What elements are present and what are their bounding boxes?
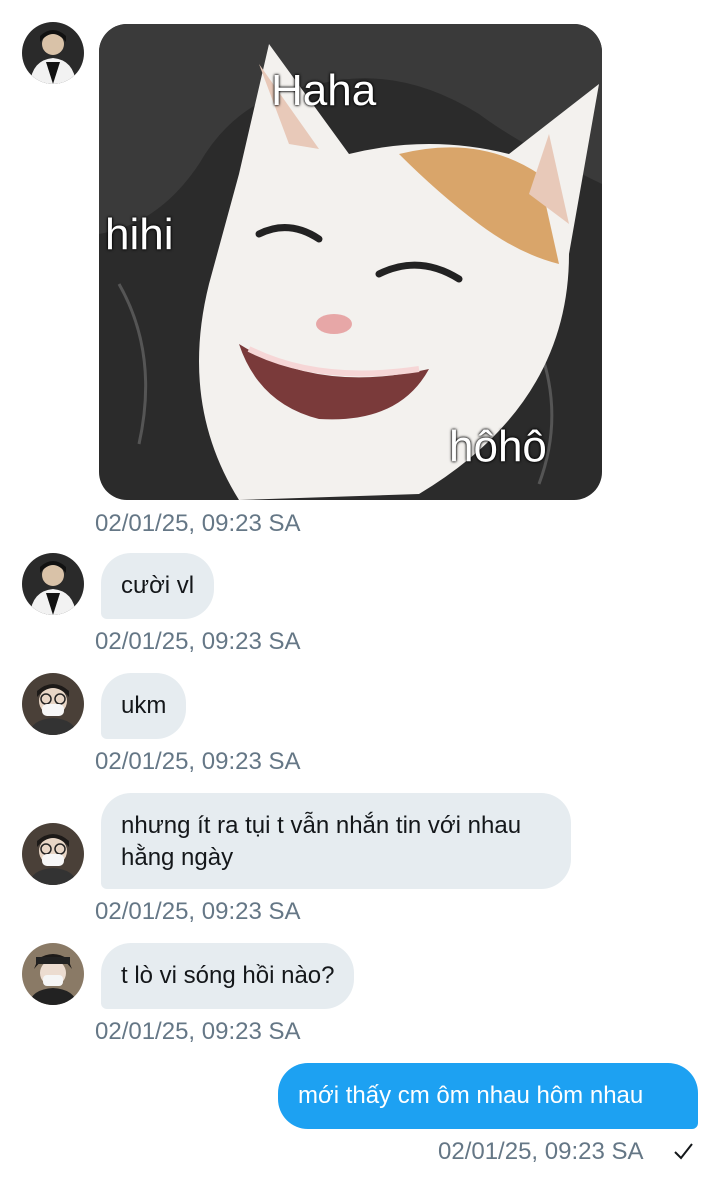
message-bubble[interactable]: cười vl (101, 553, 215, 619)
meme-image[interactable]: Haha hihi hôhô (99, 24, 602, 500)
message-bubble[interactable]: nhưng ít ra tụi t vẫn nhắn tin với nhau … (101, 793, 571, 889)
message-timestamp: 02/01/25, 09:23 SA (95, 1018, 301, 1045)
message-text: mới thấy cm ôm nhau hôm nhau (298, 1082, 644, 1109)
message-timestamp: 02/01/25, 09:23 SA (95, 628, 301, 655)
meme-caption-bottom-right: hôhô (449, 422, 547, 471)
message-text: cười vl (121, 572, 195, 599)
message-timestamp: 02/01/25, 09:23 SA (95, 510, 301, 537)
sender-avatar[interactable] (22, 823, 84, 885)
message-text: ukm (121, 692, 167, 719)
meme-caption-top: Haha (271, 66, 377, 115)
message-timestamp: 02/01/25, 09:23 SA (95, 898, 301, 925)
check-icon (674, 1143, 693, 1160)
sender-avatar[interactable] (22, 943, 84, 1005)
message-bubble[interactable]: t lò vi sóng hồi nào? (101, 943, 355, 1009)
sender-avatar[interactable] (22, 22, 84, 84)
message-text: t lò vi sóng hồi nào? (121, 962, 335, 989)
message-bubble[interactable]: ukm (101, 673, 187, 739)
message-timestamp: 02/01/25, 09:23 SA (438, 1138, 644, 1165)
sender-avatar[interactable] (22, 673, 84, 735)
message-timestamp: 02/01/25, 09:23 SA (95, 748, 301, 775)
message-bubble-outgoing[interactable]: mới thấy cm ôm nhau hôm nhau (278, 1063, 698, 1129)
sender-avatar[interactable] (22, 553, 84, 615)
message-text: nhưng ít ra tụi t vẫn nhắn tin với nhau … (121, 812, 522, 871)
meme-caption-left: hihi (105, 210, 174, 259)
